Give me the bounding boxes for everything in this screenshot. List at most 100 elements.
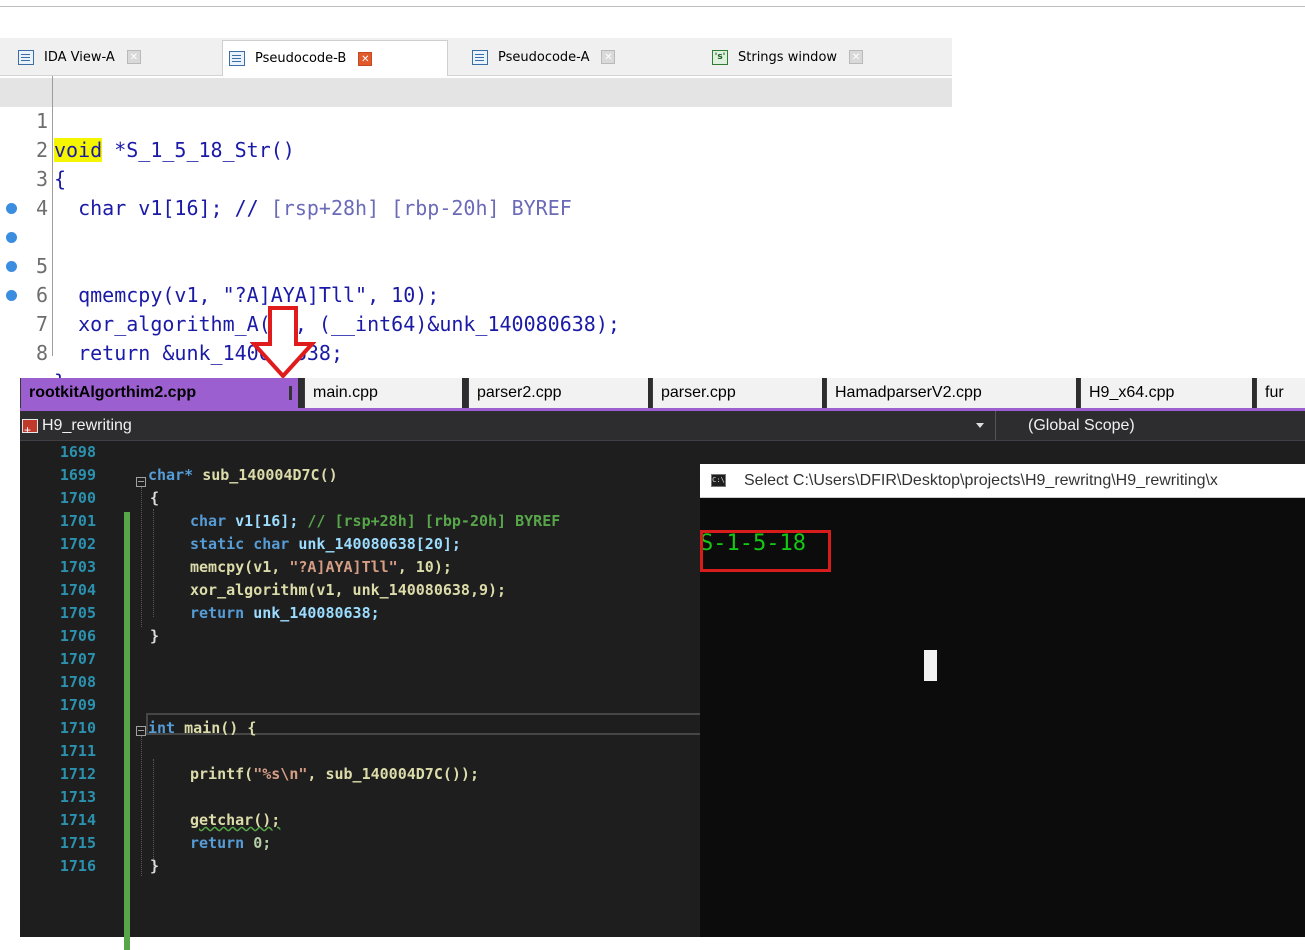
line-number: 1716	[59, 857, 96, 875]
code-text: char* sub_140004D7C()	[148, 464, 338, 487]
code-fragment: , sub_140004D7C());	[307, 765, 479, 783]
code-fragment: unk_140080638[20];	[298, 535, 461, 553]
code-text: int main() {	[148, 717, 256, 740]
project-name: H9_rewriting	[42, 417, 132, 434]
code-text: return unk_140080638;	[190, 602, 380, 625]
code-line: 1698	[20, 441, 720, 464]
code-fragment: unk_140080638;	[253, 604, 380, 622]
tab-h9-x64-cpp[interactable]: H9_x64.cpp	[1080, 378, 1252, 408]
console-icon: C:\	[711, 474, 726, 487]
ida-pseudocode-panel: IDA View-A ✕ Pseudocode-B ✕ Pseudocode-A…	[0, 38, 952, 394]
code-line: 1714 getchar();	[20, 809, 720, 832]
line-number: 1711	[59, 742, 96, 760]
top-divider	[0, 6, 1305, 7]
tab-hamadparserv2-cpp[interactable]: HamadparserV2.cpp	[826, 378, 1076, 408]
chevron-down-icon[interactable]	[976, 423, 984, 428]
breakpoint-dot[interactable]	[6, 232, 17, 243]
function-name: sub_140004D7C()	[202, 466, 338, 484]
line-number: 1713	[59, 788, 96, 806]
tab-strings-window[interactable]: 's' Strings window ✕	[706, 40, 936, 74]
code-text: xor_algorithm(v1, unk_140080638,9);	[190, 581, 507, 599]
code-line: 1706}	[20, 625, 720, 648]
code-comment: // [rsp+28h] [rbp-20h] BYREF	[307, 512, 561, 530]
code-line: 1710 int main() {	[20, 717, 720, 740]
breakpoint-dot[interactable]	[6, 203, 17, 214]
close-icon[interactable]: ✕	[126, 50, 141, 64]
vs-tab-bar: rootkitAlgorthim2.cpp main.cpp parser2.c…	[20, 378, 1305, 411]
tab-label: Pseudocode-A	[498, 49, 590, 65]
code-line: 7 return &unk_140080638;	[0, 252, 952, 365]
tab-ida-view-a[interactable]: IDA View-A ✕	[12, 40, 217, 74]
line-number: 1698	[59, 443, 96, 461]
code-text: char v1[16]; // [rsp+28h] [rbp-20h] BYRE…	[190, 510, 560, 533]
pin-icon[interactable]	[289, 386, 292, 400]
tab-parser2-cpp[interactable]: parser2.cpp	[468, 378, 648, 408]
code-line: 3 char v1[16]; // [rsp+28h] [rbp-20h] BY…	[0, 136, 952, 220]
console-window[interactable]: C:\ Select C:\Users\DFIR\Desktop\project…	[700, 464, 1305, 937]
line-number: 1710	[59, 719, 96, 737]
project-icon	[22, 416, 38, 445]
line-gutter-divider	[52, 76, 53, 356]
tab-label: main.cpp	[313, 384, 378, 401]
tab-pseudocode-a[interactable]: Pseudocode-A ✕	[466, 40, 686, 74]
code-line: 1707	[20, 648, 720, 671]
line-number: 1699	[59, 466, 96, 484]
tab-main-cpp[interactable]: main.cpp	[304, 378, 462, 408]
breakpoint-dot[interactable]	[6, 261, 17, 272]
tab-parser-cpp[interactable]: parser.cpp	[652, 378, 822, 408]
code-text: static char unk_140080638[20];	[190, 533, 461, 556]
function-name: printf(	[190, 765, 254, 783]
code-text: memcpy(v1, "?A]AYA]Tll", 10);	[190, 556, 452, 579]
console-title: Select C:\Users\DFIR\Desktop\projects\H9…	[744, 472, 1218, 489]
navigation-bar: H9_rewriting (Global Scope)	[20, 411, 1305, 445]
keyword: return	[190, 834, 245, 852]
code-line: 4	[0, 165, 952, 220]
code-text: {	[150, 489, 160, 507]
line-number: 1714	[59, 811, 96, 829]
code-line: 1711	[20, 740, 720, 763]
line-number: 1707	[59, 650, 96, 668]
scope-dropdown[interactable]: (Global Scope)	[1028, 411, 1135, 440]
keyword: return	[190, 604, 245, 622]
tab-label: fur	[1265, 384, 1284, 401]
close-icon[interactable]: ✕	[358, 51, 373, 66]
line-number: 1700	[59, 489, 96, 507]
code-line: 1703 memcpy(v1, "?A]AYA]Tll", 10);	[20, 556, 720, 579]
line-number: 1704	[59, 581, 96, 599]
close-icon[interactable]: ✕	[849, 50, 864, 64]
tab-label: Strings window	[738, 49, 838, 65]
code-line: 1713	[20, 786, 720, 809]
tab-label: H9_x64.cpp	[1089, 384, 1175, 401]
code-line: 1700 {	[20, 487, 720, 510]
line-number: 1708	[59, 673, 96, 691]
close-icon[interactable]: ✕	[601, 50, 616, 64]
tab-label: parser2.cpp	[477, 384, 562, 401]
console-title-bar[interactable]: C:\ Select C:\Users\DFIR\Desktop\project…	[700, 464, 1305, 498]
pseudocode-icon	[472, 49, 488, 65]
tab-label: IDA View-A	[44, 49, 115, 65]
code-line: 1715 return 0;	[20, 832, 720, 855]
tab-label: parser.cpp	[661, 384, 736, 401]
code-text: printf("%s\n", sub_140004D7C());	[190, 763, 479, 786]
code-fragment: , 10);	[397, 558, 452, 576]
keyword: char	[190, 512, 227, 530]
code-line: 6 xor_algorithm_A(v1, (__int64)&unk_1400…	[0, 223, 952, 336]
ida-code-view[interactable]: 1 void *S_1_5_18_Str() 2 { 3 char v1[16]…	[0, 76, 952, 394]
code-line: 1702 static char unk_140080638[20];	[20, 533, 720, 556]
tab-truncated[interactable]: fur	[1256, 378, 1305, 408]
line-number: 1701	[59, 512, 96, 530]
code-line: 8 }	[0, 281, 952, 394]
highlight-box	[700, 530, 831, 572]
code-fragment: 0;	[253, 834, 272, 852]
code-line: 5 qmemcpy(v1, "?A]AYA]Tll", 10);	[0, 194, 952, 307]
project-dropdown[interactable]: H9_rewriting	[20, 411, 996, 445]
tab-pseudocode-b[interactable]: Pseudocode-B ✕	[222, 40, 448, 76]
function-name: main() {	[184, 719, 257, 737]
down-arrow-icon	[250, 306, 316, 379]
tab-rootkitalgorthim2[interactable]: rootkitAlgorthim2.cpp	[20, 378, 298, 408]
breakpoint-dot[interactable]	[6, 290, 17, 301]
code-text: }	[150, 627, 160, 645]
code-fragment: v1[16];	[235, 512, 299, 530]
code-line: 1699 char* sub_140004D7C()	[20, 464, 720, 487]
keyword: char*	[148, 466, 194, 484]
